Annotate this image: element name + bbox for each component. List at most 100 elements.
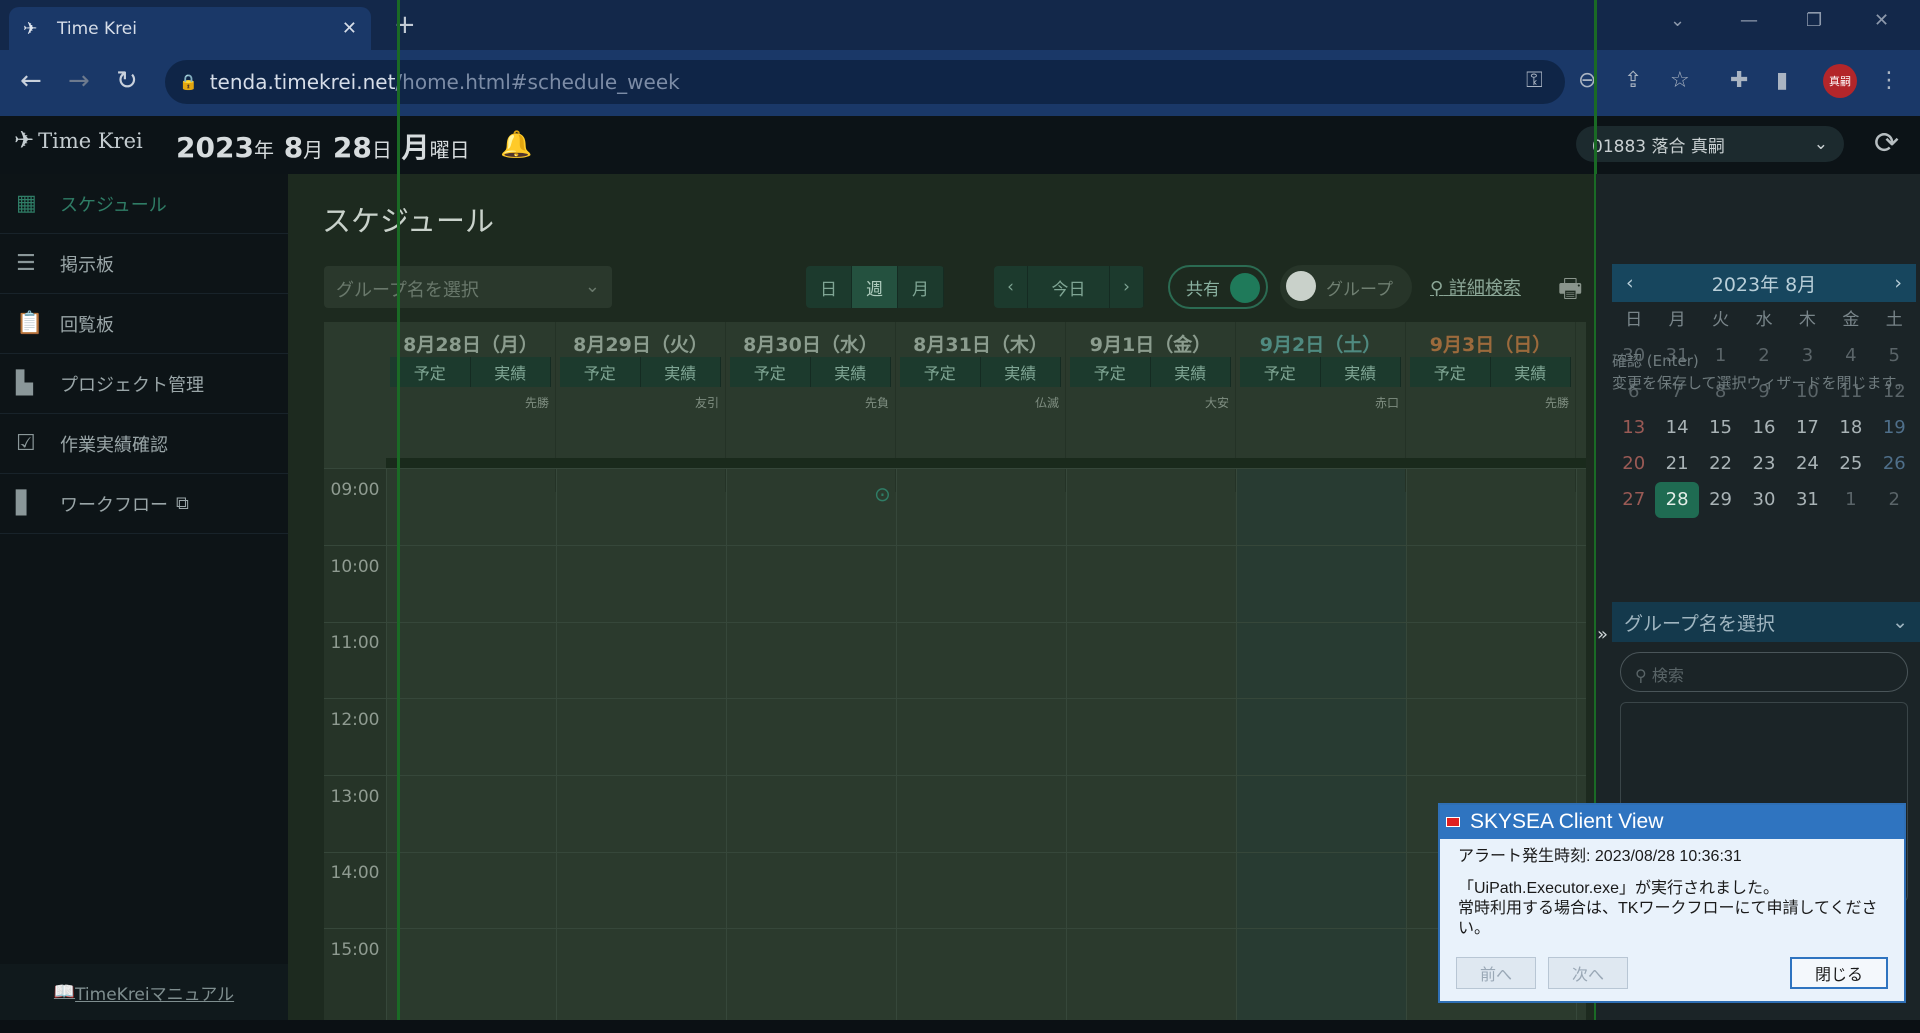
printer-icon[interactable]: 🖶 [1558,270,1583,314]
tooltip-confirm: 確認 (Enter) [1612,352,1699,370]
calendar-day[interactable]: 21 [1655,446,1698,482]
calendar-day[interactable]: 30 [1742,482,1785,518]
sidebar-item-work-results[interactable]: ☑ 作業実績確認 [0,414,288,474]
plan-button[interactable]: 予定 [1070,357,1151,387]
day-label: 8月28日（月） [403,334,538,356]
user-select[interactable]: 01883 落合 真嗣 ⌄ [1576,126,1844,162]
window-close-icon[interactable]: ✕ [1874,10,1889,31]
calendar-day[interactable]: 23 [1742,446,1785,482]
date-month-unit: 月 [303,138,324,162]
view-week-button[interactable]: 週 [852,266,898,308]
mini-calendar-header: ‹ 2023年 8月 › [1612,264,1916,302]
browser-menu-icon[interactable]: ⋮ [1878,68,1900,93]
date-day: 28 [332,131,372,164]
calendar-day[interactable]: 26 [1873,446,1916,482]
calendar-day[interactable]: 18 [1829,410,1872,446]
day-plan-toggle: 予定 実績 [1240,357,1401,387]
bell-icon[interactable]: 🔔 [500,130,532,160]
bookmark-star-icon[interactable]: ☆ [1670,68,1690,93]
mini-calendar: ‹ 2023年 8月 › 日月火水木金土 30 31 1 2 3 4 5 6 7 8 9 10 11 12 … [1612,264,1916,518]
chevron-right-icon[interactable]: › [1894,272,1902,294]
address-bar[interactable]: 🔒 tenda.timekrei.net/home.html#schedule_… [165,60,1565,104]
tab-search-icon[interactable]: ⌄ [1670,10,1685,31]
next-button[interactable]: 次へ [1548,957,1628,989]
shared-toggle[interactable]: 共有 [1168,265,1268,309]
sidebar-item-bulletin[interactable]: ☰ 掲示板 [0,234,288,294]
calendar-day[interactable]: 17 [1786,410,1829,446]
today-button[interactable]: 今日 [1028,266,1110,308]
calendar-day[interactable]: 22 [1699,446,1742,482]
reload-icon[interactable]: ↻ [116,66,138,96]
browser-tab[interactable]: ✈ Time Krei ✕ [9,7,371,50]
chevron-left-icon[interactable]: ‹ [1626,272,1634,294]
sidebar-item-workflow[interactable]: ▋ ワークフロー ⧉ [0,474,288,534]
group-toggle[interactable]: グループ [1280,265,1412,309]
hour-line [324,698,1586,699]
plan-button[interactable]: 予定 [900,357,981,387]
actual-button[interactable]: 実績 [1320,357,1401,387]
actual-button[interactable]: 実績 [1490,357,1571,387]
plan-button[interactable]: 予定 [730,357,811,387]
day-plan-toggle: 予定 実績 [1070,357,1231,387]
actual-button[interactable]: 実績 [470,357,551,387]
sidebar-item-project[interactable]: ▙ プロジェクト管理 [0,354,288,414]
member-search-input[interactable]: ⚲ 検索 [1620,652,1908,692]
minimize-icon[interactable]: — [1740,10,1758,31]
share-icon[interactable]: ⇪ [1624,68,1642,93]
profile-avatar[interactable]: 真嗣 [1823,64,1857,98]
actual-button[interactable]: 実績 [1150,357,1231,387]
manual-link[interactable]: 📖 TimeKreiマニュアル [0,964,288,1020]
close-button[interactable]: 閉じる [1790,957,1888,989]
detail-search-link[interactable]: ⚲ 詳細検索 [1430,274,1521,300]
calendar-day[interactable]: 2 [1873,482,1916,518]
view-day-button[interactable]: 日 [806,266,852,308]
calendar-day[interactable]: 29 [1699,482,1742,518]
calendar-day[interactable]: 15 [1699,410,1742,446]
close-tab-icon[interactable]: ✕ [342,18,357,39]
calendar-day[interactable]: 13 [1612,410,1655,446]
restore-icon[interactable]: ❐ [1806,10,1822,31]
plan-button[interactable]: 予定 [560,357,641,387]
calendar-day[interactable]: 1 [1829,482,1872,518]
forward-icon[interactable]: → [68,66,90,96]
logo-text: Time Krei [38,129,143,153]
calendar-day[interactable]: 5 [1873,338,1916,374]
calendar-day[interactable]: 16 [1742,410,1785,446]
group-select[interactable]: グループ名を選択 ⌄ [324,266,612,308]
prev-week-icon[interactable]: ‹ [994,266,1028,308]
calendar-day[interactable]: 31 [1786,482,1829,518]
extensions-icon[interactable]: ✚ [1730,68,1748,93]
actual-button[interactable]: 実績 [640,357,721,387]
sidebar-item-label: ワークフロー [60,494,168,516]
sidebar-item-circular[interactable]: 📋 回覧板 [0,294,288,354]
expand-panel-icon[interactable]: » [1597,624,1608,645]
key-icon[interactable]: ⚿ [1526,68,1543,93]
tab-title: Time Krei [57,18,137,39]
calendar-day[interactable]: 14 [1655,410,1698,446]
overlay-guide-line [397,0,400,1033]
plan-button[interactable]: 予定 [1240,357,1321,387]
plan-button[interactable]: 予定 [390,357,471,387]
plan-button[interactable]: 予定 [1410,357,1491,387]
view-month-button[interactable]: 月 [898,266,944,308]
right-group-select[interactable]: グループ名を選択 ⌄ [1612,602,1920,642]
side-panel-icon[interactable]: ▮ [1776,68,1788,93]
back-icon[interactable]: ← [20,66,42,96]
calendar-day[interactable]: 1 [1699,338,1742,374]
calendar-day[interactable]: 25 [1829,446,1872,482]
prev-button[interactable]: 前へ [1456,957,1536,989]
calendar-day[interactable]: 19 [1873,410,1916,446]
calendar-day[interactable]: 24 [1786,446,1829,482]
sidebar-item-schedule[interactable]: ▦ スケジュール [0,174,288,234]
next-week-icon[interactable]: › [1110,266,1144,308]
calendar-day[interactable]: 3 [1786,338,1829,374]
calendar-day[interactable]: 4 [1829,338,1872,374]
actual-button[interactable]: 実績 [810,357,891,387]
app-logo[interactable]: ✈ Time Krei [14,126,143,154]
actual-button[interactable]: 実績 [980,357,1061,387]
calendar-day[interactable]: 20 [1612,446,1655,482]
calendar-day[interactable]: 2 [1742,338,1785,374]
calendar-day-today[interactable]: 28 [1655,482,1699,518]
refresh-icon[interactable]: ⟳ [1874,126,1899,161]
calendar-day[interactable]: 27 [1612,482,1655,518]
